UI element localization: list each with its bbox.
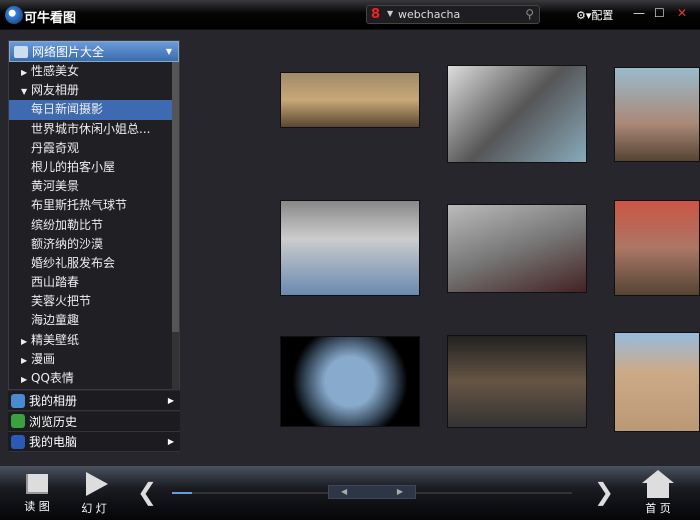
photo-thumbnail[interactable] xyxy=(280,200,420,296)
home-button[interactable]: 首 页 xyxy=(640,470,676,516)
tree-item-label: 黄河美景 xyxy=(31,179,80,194)
expand-right-icon[interactable]: ▶ xyxy=(21,370,31,388)
read-button[interactable]: 读 图 xyxy=(20,474,54,514)
nav-item[interactable]: 浏览历史 xyxy=(8,411,180,432)
chevron-down-icon: ▼ xyxy=(165,47,172,56)
source-label: 网络图片大全 xyxy=(32,45,105,59)
tree-item[interactable]: ▶ QQ表情 xyxy=(9,369,173,388)
tree-item-label: 每日新闻摄影 xyxy=(31,102,104,117)
tree-item[interactable]: ▶ 精美壁纸 xyxy=(9,331,173,350)
nav-icon xyxy=(11,414,25,428)
expand-right-icon[interactable]: ▶ xyxy=(21,332,31,350)
tree-item[interactable]: 婚纱礼服发布会 xyxy=(9,254,173,273)
minimize-button[interactable]: — xyxy=(633,6,645,20)
nav-icon xyxy=(11,393,25,408)
engine-dropdown-icon[interactable]: ▼ xyxy=(387,9,393,18)
tree-item[interactable]: 根儿的拍客小屋 xyxy=(9,158,173,177)
tree-item-label: 婚纱礼服发布会 xyxy=(31,255,116,270)
photo-thumbnail[interactable] xyxy=(614,332,700,432)
photo-thumbnail[interactable] xyxy=(614,67,700,162)
close-button[interactable]: ✕ xyxy=(677,6,687,20)
tree-item-label: 世界城市休闲小姐总... xyxy=(31,121,151,136)
previous-button[interactable]: ❮ xyxy=(137,478,157,506)
app-logo-icon xyxy=(5,6,23,24)
gear-icon: ⚙▾ xyxy=(576,9,592,22)
sidebar-tree-panel: 网络图片大全 ▼ ▶ 性感美女 ▼ 网友相册 每日新闻摄影 世界城市休闲小姐总... 丹霞奇… xyxy=(8,40,180,390)
tree-item-label: QQ表情 xyxy=(31,371,74,385)
config-label: 配置 xyxy=(591,9,614,22)
tree-item-label: 额济纳的沙漠 xyxy=(31,236,104,251)
search-icon[interactable]: ⚲ xyxy=(525,7,534,21)
photo-thumbnail[interactable] xyxy=(447,204,587,293)
tree-item-label: 网友相册 xyxy=(31,83,80,98)
tree-item-label: 精美壁纸 xyxy=(31,332,80,347)
tree-item[interactable]: ▶ 性感美女 xyxy=(9,62,173,81)
nav-icon xyxy=(11,434,25,449)
photo-thumbnail[interactable] xyxy=(280,72,420,128)
slideshow-button[interactable]: 幻 灯 xyxy=(76,472,112,516)
app-title: 可牛看图 xyxy=(24,11,77,26)
tree-item[interactable]: 海边童趣 xyxy=(9,311,173,330)
page-icon xyxy=(26,474,48,494)
tree-item[interactable]: 芙蓉火把节 xyxy=(9,292,173,311)
scrollbar-thumb[interactable] xyxy=(172,62,179,332)
maximize-button[interactable]: ☐ xyxy=(654,6,665,20)
tree-item-label: 海边童趣 xyxy=(31,313,80,328)
slideshow-label: 幻 灯 xyxy=(81,502,107,515)
tree-item[interactable]: 西山踏春 xyxy=(9,273,173,292)
chevron-right-icon: ▶ xyxy=(167,396,174,405)
tree-item-label: 漫画 xyxy=(31,351,56,366)
tree-item-label: 芙蓉火把节 xyxy=(31,294,92,309)
photo-thumbnail[interactable] xyxy=(614,200,700,296)
title-bar: 可牛看图 8 ▼ webchacha ⚲ ⚙▾配置 — ☐ ✕ xyxy=(0,0,700,30)
photo-thumbnail[interactable] xyxy=(447,335,587,428)
expand-right-icon[interactable]: ▶ xyxy=(21,351,31,369)
sidebar-scrollbar[interactable] xyxy=(172,62,179,390)
horizontal-scrollbar[interactable]: ◀ ▶ xyxy=(328,485,416,499)
tree-item[interactable]: 世界城市休闲小姐总... xyxy=(9,120,173,139)
tree-item[interactable]: ▼ 网友相册 xyxy=(9,81,173,100)
scroll-right-icon[interactable]: ▶ xyxy=(397,487,403,496)
read-label: 读 图 xyxy=(24,500,50,513)
tree-item[interactable]: 缤纷加勒比节 xyxy=(9,216,173,235)
scroll-left-icon[interactable]: ◀ xyxy=(341,487,347,496)
nav-label: 我的相册 xyxy=(29,394,78,408)
nav-label: 我的电脑 xyxy=(29,435,78,449)
config-button[interactable]: ⚙▾配置 xyxy=(576,7,613,23)
expand-down-icon[interactable]: ▼ xyxy=(21,82,31,100)
nav-item[interactable]: 我的电脑 ▶ xyxy=(8,432,180,452)
tree-item-label: 丹霞奇观 xyxy=(31,140,80,155)
tree-item[interactable]: 每日新闻摄影 xyxy=(9,100,173,120)
photo-thumbnail[interactable] xyxy=(447,65,587,163)
category-tree: ▶ 性感美女 ▼ 网友相册 每日新闻摄影 世界城市休闲小姐总... 丹霞奇观 根儿的拍客小屋黄… xyxy=(9,62,173,390)
home-label: 首 页 xyxy=(645,502,671,515)
tree-item-label: 性感美女 xyxy=(31,64,80,78)
tree-item-label: 西山踏春 xyxy=(31,275,80,290)
search-input[interactable]: webchacha xyxy=(398,8,460,21)
tree-item[interactable]: 额济纳的沙漠 xyxy=(9,235,173,254)
tree-item-label: 缤纷加勒比节 xyxy=(31,217,104,232)
next-button[interactable]: ❯ xyxy=(594,478,614,506)
tree-item-label: 布里斯托热气球节 xyxy=(31,198,128,213)
progress-fill xyxy=(172,492,192,494)
nav-item[interactable]: 我的相册 ▶ xyxy=(8,391,180,411)
source-dropdown[interactable]: 网络图片大全 ▼ xyxy=(9,41,179,62)
tree-item[interactable]: ▶ 漫画 xyxy=(9,350,173,369)
tree-item-label: 根儿的拍客小屋 xyxy=(31,159,116,174)
tree-item[interactable]: 黄河美景 xyxy=(9,177,173,196)
photo-thumbnail[interactable] xyxy=(280,336,420,427)
chevron-right-icon: ▶ xyxy=(167,437,174,446)
tree-item[interactable]: 布里斯托热气球节 xyxy=(9,196,173,215)
search-box[interactable]: 8 ▼ webchacha ⚲ xyxy=(366,5,540,24)
search-engine-icon[interactable]: 8 xyxy=(371,7,380,22)
nav-label: 浏览历史 xyxy=(29,414,78,429)
expand-right-icon[interactable]: ▶ xyxy=(21,63,31,81)
tree-item[interactable]: 丹霞奇观 xyxy=(9,139,173,158)
home-icon xyxy=(642,470,674,498)
play-icon xyxy=(86,472,108,496)
web-pictures-icon xyxy=(14,45,28,58)
